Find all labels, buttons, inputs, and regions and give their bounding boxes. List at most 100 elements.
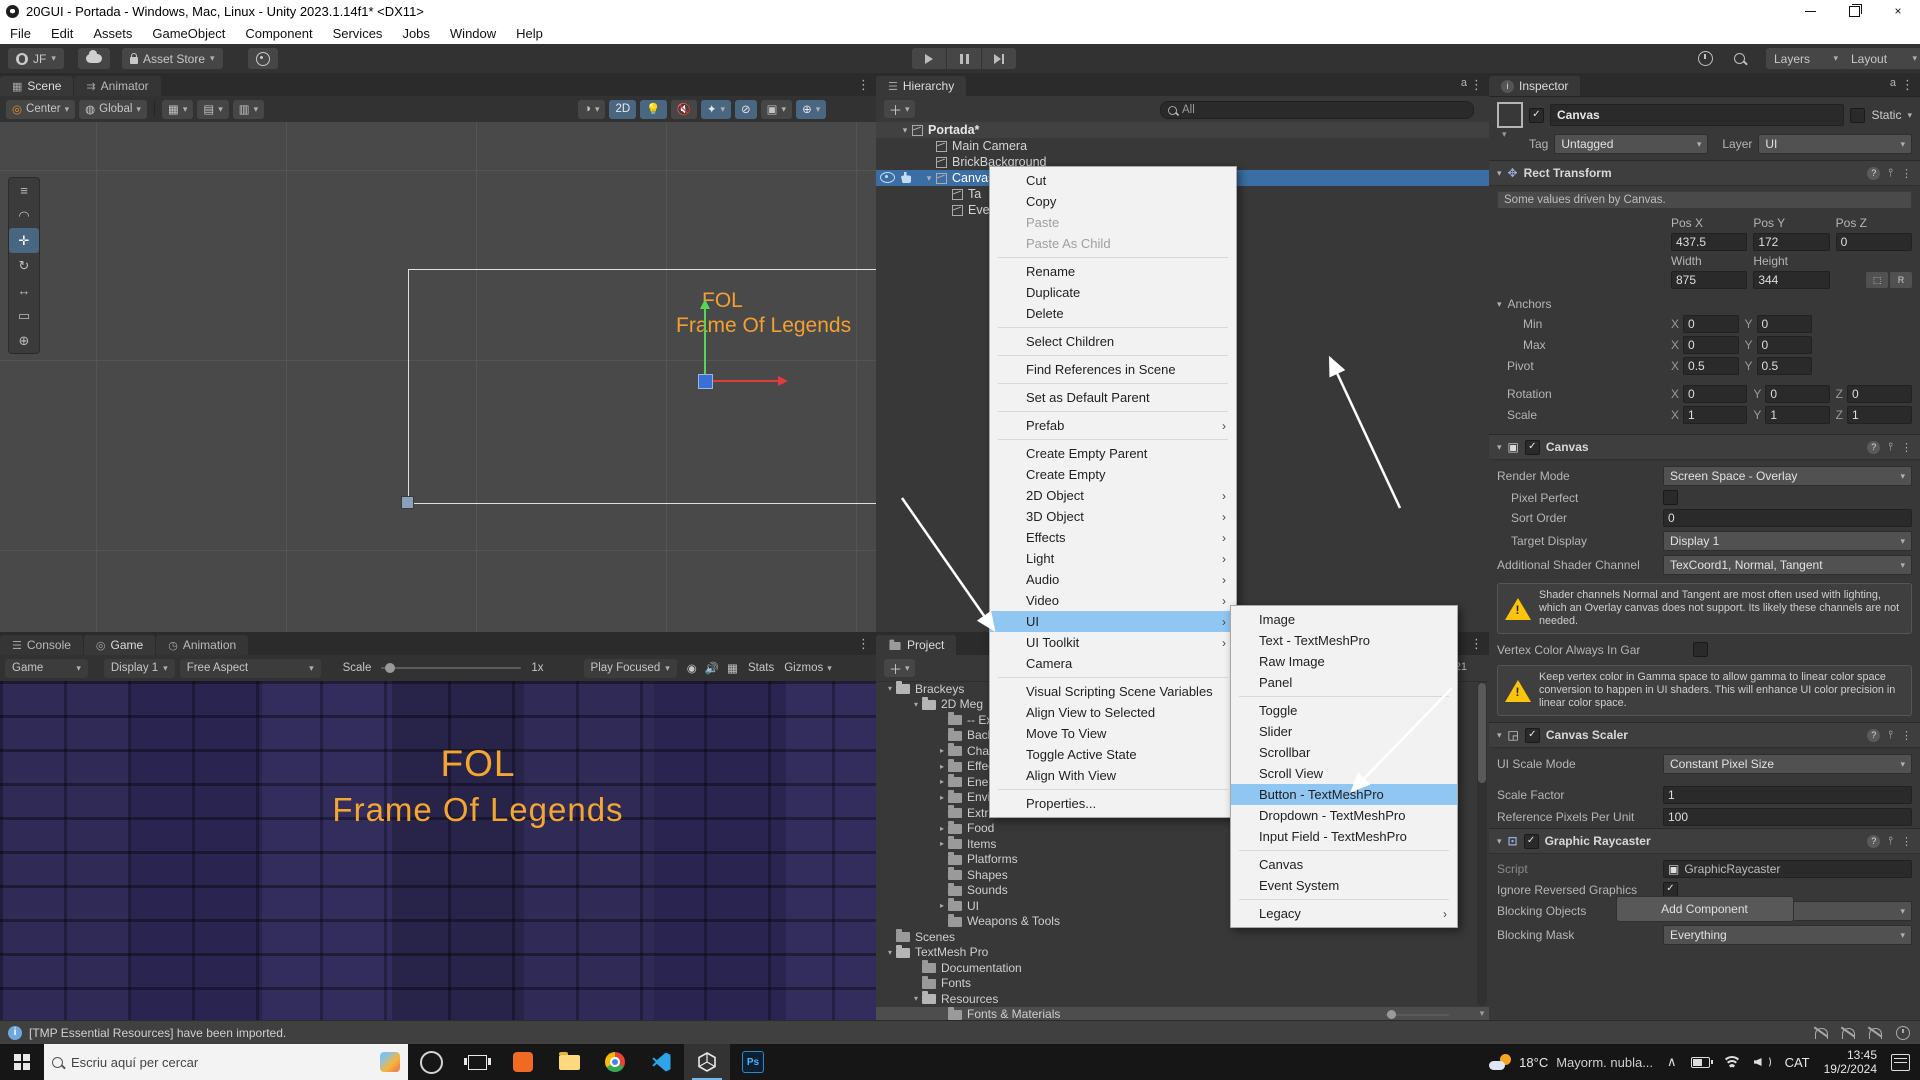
taskbar-app-orange[interactable] xyxy=(500,1044,546,1080)
orientation-dropdown[interactable]: ◍Global▾ xyxy=(79,100,147,119)
grid-visibility-dropdown[interactable]: ▥▾ xyxy=(233,100,264,119)
background-tasks-icon[interactable] xyxy=(1896,1026,1910,1040)
menu-item[interactable]: Assets xyxy=(83,22,142,44)
undo-history-button[interactable] xyxy=(1690,48,1721,69)
context-menu-item[interactable]: Align View to Selected xyxy=(990,702,1236,723)
component-menu-icon[interactable]: ⋮ xyxy=(1901,441,1912,454)
lock-icon[interactable]: a xyxy=(1890,77,1896,89)
asset-store-button[interactable]: Asset Store▾ xyxy=(122,48,223,69)
weather-widget[interactable]: 18°C Mayorm. nubla... xyxy=(1489,1054,1653,1070)
gizmos-dropdown[interactable]: ⊕▾ xyxy=(796,100,826,119)
gameobject-name-field[interactable]: Canvas xyxy=(1550,104,1844,126)
context-menu-item[interactable] xyxy=(998,677,1228,678)
submenu-item[interactable] xyxy=(1239,899,1449,900)
presets-icon[interactable]: ⫯ xyxy=(1888,441,1893,454)
hidden-objects-toggle[interactable]: ⊘ xyxy=(735,100,757,119)
context-menu-item[interactable]: Copy xyxy=(990,191,1236,212)
gizmos-dropdown-game[interactable]: Gizmos▾ xyxy=(784,662,832,674)
vsync-icon[interactable]: ▦ xyxy=(727,661,738,675)
menu-item[interactable]: File xyxy=(0,22,41,44)
lock-icon[interactable]: a xyxy=(1461,77,1467,89)
context-menu-item[interactable]: Move To View xyxy=(990,723,1236,744)
layer-dropdown[interactable]: UI▾ xyxy=(1758,134,1912,154)
component-menu-icon[interactable]: ⋮ xyxy=(1901,835,1912,848)
reference-pixels-field[interactable]: 100 xyxy=(1663,808,1912,826)
menu-item[interactable]: Edit xyxy=(41,22,83,44)
shader-channels-dropdown[interactable]: TexCoord1, Normal, Tangent▾ xyxy=(1663,555,1912,575)
game-panel-menu-icon[interactable]: ⋮ xyxy=(857,636,870,652)
hierarchy-row[interactable]: ▾ Portada* xyxy=(876,122,1489,138)
context-menu-item[interactable]: Find References in Scene xyxy=(990,359,1236,380)
hierarchy-row[interactable]: Main Camera xyxy=(876,138,1489,154)
sort-order-field[interactable]: 0 xyxy=(1663,509,1912,527)
menu-item[interactable]: GameObject xyxy=(142,22,235,44)
canvas-component-header[interactable]: ▾▣ ✓ Canvas ?⫯⋮ xyxy=(1489,434,1920,460)
presets-icon[interactable]: ⫯ xyxy=(1888,835,1893,848)
grid-snap-dropdown[interactable]: ▦▾ xyxy=(162,100,193,119)
bottom-tab[interactable]: ◷Animation xyxy=(156,635,248,655)
rect-transform-header[interactable]: ▾✥ Rect Transform ?⫯⋮ xyxy=(1489,160,1920,186)
bottom-tab[interactable]: ◎Game xyxy=(84,635,155,655)
context-menu-item[interactable]: UI Toolkit› xyxy=(990,632,1236,653)
search-unity-button[interactable] xyxy=(248,48,278,69)
graphic-raycaster-header[interactable]: ▾⊡ ✓ Graphic Raycaster ?⫯⋮ xyxy=(1489,828,1920,854)
start-button[interactable] xyxy=(0,1044,44,1080)
submenu-item[interactable]: Input Field - TextMeshPro xyxy=(1231,826,1457,847)
submenu-item[interactable]: Button - TextMeshPro xyxy=(1231,784,1457,805)
gizmo-center-handle[interactable] xyxy=(698,374,713,389)
audio-toggle[interactable]: 🔇 xyxy=(671,100,697,119)
scene-tool[interactable]: ↻ xyxy=(9,253,39,278)
project-tab[interactable]: Project xyxy=(876,635,956,655)
context-menu-item[interactable]: Duplicate xyxy=(990,282,1236,303)
help-icon[interactable]: ? xyxy=(1867,441,1880,454)
render-mode-dropdown[interactable]: Screen Space - Overlay▾ xyxy=(1663,466,1912,486)
task-view-button[interactable] xyxy=(454,1044,500,1080)
create-object-button[interactable]: ＋▾ xyxy=(884,100,915,118)
submenu-item[interactable] xyxy=(1239,696,1449,697)
context-menu-item[interactable] xyxy=(998,411,1228,412)
bell-muted-icon[interactable] xyxy=(1842,1028,1855,1039)
submenu-item[interactable]: Dropdown - TextMeshPro xyxy=(1231,805,1457,826)
increment-snap-dropdown[interactable]: ▤▾ xyxy=(197,100,228,119)
vertex-color-checkbox[interactable]: ✓ xyxy=(1693,642,1708,657)
effects-dropdown[interactable]: ✦▾ xyxy=(701,100,731,119)
canvas-scaler-header[interactable]: ▾◲ ✓ Canvas Scaler ?⫯⋮ xyxy=(1489,722,1920,748)
taskbar-app-unity[interactable] xyxy=(684,1044,730,1080)
pause-button[interactable] xyxy=(947,48,981,69)
volume-icon[interactable] xyxy=(1754,1056,1771,1068)
scale-y-field[interactable]: 1 xyxy=(1765,406,1829,424)
context-menu-item[interactable]: 2D Object› xyxy=(990,485,1236,506)
submenu-item[interactable]: Scrollbar xyxy=(1231,742,1457,763)
minimize-button[interactable] xyxy=(1788,0,1832,22)
submenu-item[interactable]: Image xyxy=(1231,609,1457,630)
submenu-item[interactable]: Scroll View xyxy=(1231,763,1457,784)
context-menu-item[interactable]: Align With View xyxy=(990,765,1236,786)
context-menu-item[interactable]: Prefab› xyxy=(990,415,1236,436)
scale-x-field[interactable]: 1 xyxy=(1683,406,1747,424)
pivot-y-field[interactable]: 0.5 xyxy=(1757,357,1812,375)
scale-z-field[interactable]: 1 xyxy=(1847,406,1912,424)
taskbar-app-explorer[interactable] xyxy=(546,1044,592,1080)
scene-tool[interactable]: ✛ xyxy=(9,228,39,253)
context-menu-item[interactable]: Rename xyxy=(990,261,1236,282)
bottom-tab[interactable]: ☰Console xyxy=(0,635,83,655)
static-checkbox[interactable]: ✓ xyxy=(1850,108,1865,123)
inspector-tab[interactable]: iInspector xyxy=(1489,76,1580,96)
pivot-x-field[interactable]: 0.5 xyxy=(1683,357,1738,375)
project-scrollbar[interactable] xyxy=(1477,681,1487,1006)
wifi-icon[interactable] xyxy=(1724,1056,1740,1068)
bell-muted-icon[interactable] xyxy=(1815,1028,1828,1039)
help-icon[interactable]: ? xyxy=(1867,835,1880,848)
context-menu-item[interactable]: Select Children xyxy=(990,331,1236,352)
battery-icon[interactable] xyxy=(1691,1057,1710,1068)
project-create-button[interactable]: ＋▾ xyxy=(884,659,915,677)
icon-size-slider[interactable] xyxy=(1385,1014,1449,1016)
submenu-item[interactable]: Panel xyxy=(1231,672,1457,693)
project-row[interactable]: Documentation xyxy=(876,960,1489,976)
context-menu-item[interactable]: Delete xyxy=(990,303,1236,324)
close-button[interactable]: × xyxy=(1876,0,1920,22)
pos-y-field[interactable]: 172 xyxy=(1753,233,1829,251)
tag-dropdown[interactable]: Untagged▾ xyxy=(1554,134,1708,154)
display-dropdown[interactable]: Display 1▾ xyxy=(104,659,175,678)
active-checkbox[interactable]: ✓ xyxy=(1529,108,1544,123)
